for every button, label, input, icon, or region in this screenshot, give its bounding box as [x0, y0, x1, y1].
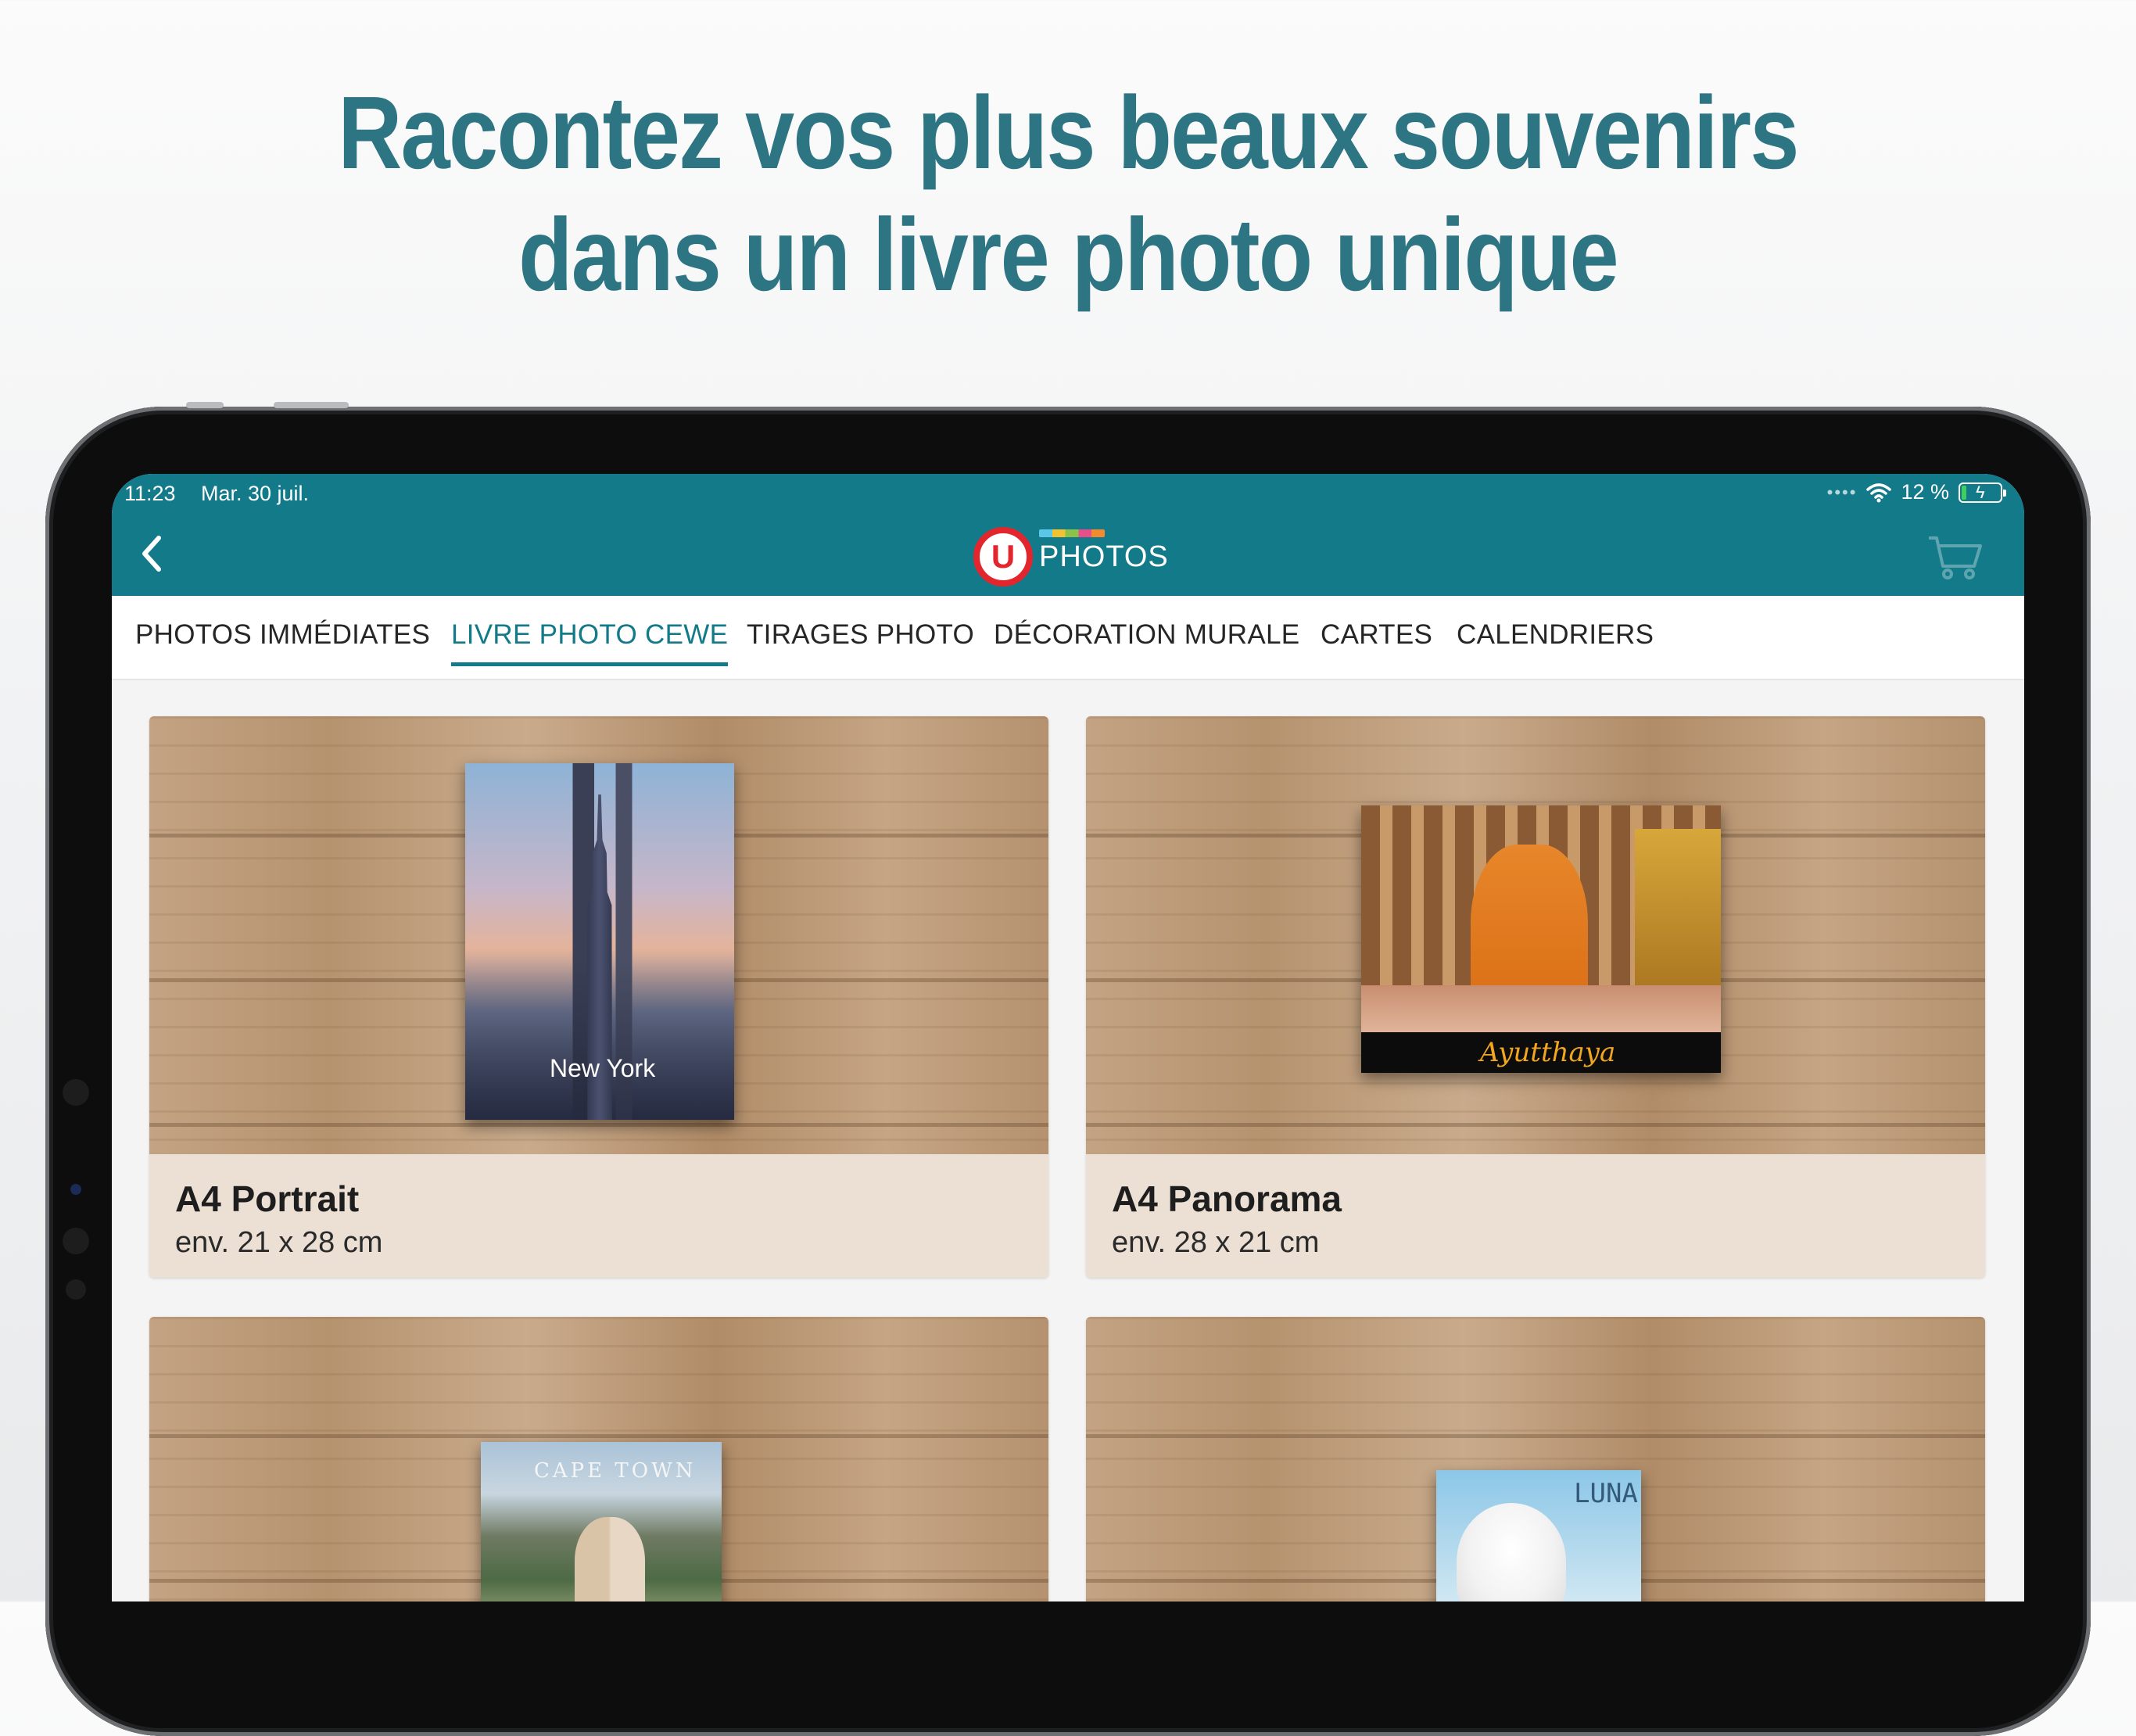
tab-decoration-murale[interactable]: DÉCORATION MURALE	[994, 619, 1299, 651]
puppy-figure	[1457, 1503, 1566, 1601]
tab-livre-photo-cewe[interactable]: LIVRE PHOTO CEWE	[451, 619, 729, 666]
couple-figures	[575, 1517, 645, 1601]
nav-bar: U PHOTOS	[112, 515, 2024, 596]
chevron-left-icon[interactable]	[131, 530, 177, 577]
cover-text-ayutthaya: Ayutthaya	[1480, 1037, 1616, 1068]
status-right-group: •••• 12 % ϟ	[1826, 480, 2006, 504]
buddha-statues	[1635, 829, 1721, 1001]
cover-floor	[1361, 985, 1721, 1032]
product-dimensions: env. 28 x 21 cm	[1112, 1226, 1320, 1259]
headline-line-2: dans un livre photo unique	[518, 197, 1619, 312]
status-time: 11:23	[124, 482, 176, 505]
app-screen: 11:23 Mar. 30 juil. •••• 12 % ϟ U PHOTOS	[112, 474, 2024, 1601]
battery-charging-icon: ϟ	[1959, 482, 2006, 503]
logo-houses-icon	[1039, 529, 1105, 537]
product-name: A4 Panorama	[1112, 1178, 1342, 1219]
promo-headline: Racontez vos plus beaux souvenirs dans u…	[149, 72, 1987, 316]
book-cover-luna: LUNA	[1436, 1470, 1641, 1601]
camera-dot-4	[66, 1279, 86, 1300]
product-card-3[interactable]: CAPE TOWN	[149, 1317, 1048, 1601]
product-dimensions: env. 21 x 28 cm	[175, 1226, 383, 1259]
cover-text-luna: LUNA	[1574, 1478, 1638, 1509]
status-bar: 11:23 Mar. 30 juil. •••• 12 % ϟ	[112, 474, 2024, 515]
tab-calendriers[interactable]: CALENDRIERS	[1457, 619, 1654, 651]
top-button-2	[274, 402, 349, 408]
category-tabs: PHOTOS IMMÉDIATES LIVRE PHOTO CEWE TIRAG…	[112, 596, 2024, 680]
logo-u-badge: U	[973, 527, 1033, 586]
book-cover-cape-town: CAPE TOWN	[481, 1442, 722, 1601]
tab-cartes[interactable]: CARTES	[1321, 619, 1432, 651]
top-button-1	[186, 402, 224, 408]
app-logo: U PHOTOS	[973, 524, 1169, 590]
wifi-icon	[1866, 482, 1892, 502]
tab-tirages-photo[interactable]: TIRAGES PHOTO	[747, 619, 974, 651]
camera-dot-3	[63, 1228, 89, 1254]
book-cover-new-york: New York	[465, 763, 734, 1120]
product-card-a4-portrait[interactable]: New York A4 Portrait env. 21 x 28 cm	[149, 716, 1048, 1278]
book-cover-ayutthaya: Ayutthaya	[1361, 805, 1721, 1073]
cover-text-cape-town: CAPE TOWN	[534, 1459, 697, 1483]
product-card-4[interactable]: LUNA	[1086, 1317, 1985, 1601]
cover-text-new-york: New York	[550, 1054, 656, 1082]
tab-photos-immediates[interactable]: PHOTOS IMMÉDIATES	[135, 619, 430, 651]
cart-icon[interactable]	[1926, 532, 1985, 582]
logo-text: PHOTOS	[1039, 540, 1169, 573]
camera-dot-1	[63, 1079, 89, 1106]
cellular-dots-icon: ••••	[1826, 482, 1858, 502]
headline-line-1: Racontez vos plus beaux souvenirs	[338, 75, 1799, 190]
product-name: A4 Portrait	[175, 1178, 360, 1219]
status-date: Mar. 30 juil.	[201, 482, 310, 505]
product-card-a4-panorama[interactable]: Ayutthaya A4 Panorama env. 28 x 21 cm	[1086, 716, 1985, 1278]
camera-dot-2	[70, 1184, 81, 1195]
battery-percent: 12 %	[1901, 480, 1949, 504]
